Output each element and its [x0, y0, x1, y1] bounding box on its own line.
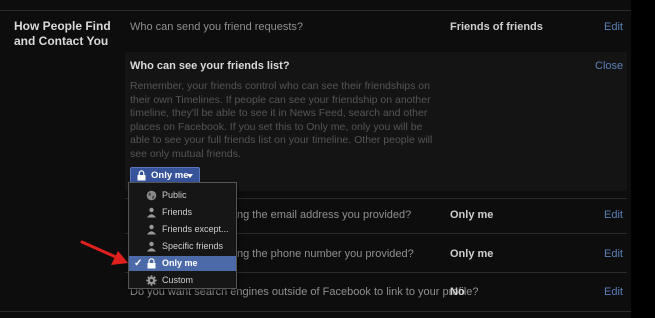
gear-icon: [146, 275, 157, 286]
edit-link-phone-lookup[interactable]: Edit: [604, 248, 623, 260]
divider: [0, 10, 631, 11]
friends-icon: [147, 207, 156, 218]
row-value-search-engines: No: [450, 286, 465, 298]
row-value-email-lookup: Only me: [450, 209, 494, 221]
row-question-email-lookup: ng the email address you provided?: [237, 209, 412, 221]
edit-link-email-lookup[interactable]: Edit: [604, 209, 623, 221]
audience-option-friends-except[interactable]: Friends except...: [129, 222, 236, 237]
audience-selector-label: Only me: [151, 170, 189, 181]
close-link[interactable]: Close: [595, 60, 623, 72]
row-question-friend-requests: Who can send you friend requests?: [130, 21, 304, 33]
edit-link-search-engines[interactable]: Edit: [604, 286, 623, 298]
audience-dropdown-menu: Public Friends Friends except... Specifi…: [128, 182, 237, 289]
audience-option-only-me[interactable]: ✓ Only me: [129, 256, 236, 271]
edit-link-friend-requests[interactable]: Edit: [604, 21, 623, 33]
expanded-title: Who can see your friends list?: [130, 60, 290, 72]
audience-option-custom[interactable]: Custom: [129, 273, 236, 288]
privacy-settings-panel: How People Find and Contact You Who can …: [0, 0, 631, 318]
audience-option-friends[interactable]: Friends: [129, 205, 236, 220]
audience-option-public[interactable]: Public: [129, 188, 236, 203]
checkmark-icon: ✓: [134, 258, 143, 269]
annotation-arrow-icon: [80, 240, 128, 265]
specific-friends-icon: [147, 241, 156, 252]
row-value-friend-requests: Friends of friends: [450, 21, 543, 33]
row-value-phone-lookup: Only me: [450, 248, 494, 260]
divider: [0, 311, 631, 312]
section-title: How People Find and Contact You: [14, 19, 111, 48]
chevron-down-icon: [187, 174, 193, 178]
lock-icon: [137, 170, 146, 181]
audience-option-specific-friends[interactable]: Specific friends: [129, 239, 236, 254]
expanded-description: Remember, your friends control who can s…: [130, 80, 433, 160]
globe-icon: [146, 190, 157, 201]
lock-icon: [147, 258, 156, 269]
row-question-phone-lookup: ng the phone number you provided?: [237, 248, 414, 260]
friends-except-icon: [147, 224, 156, 235]
friends-list-expanded-section: Who can see your friends list? Close Rem…: [125, 52, 627, 191]
